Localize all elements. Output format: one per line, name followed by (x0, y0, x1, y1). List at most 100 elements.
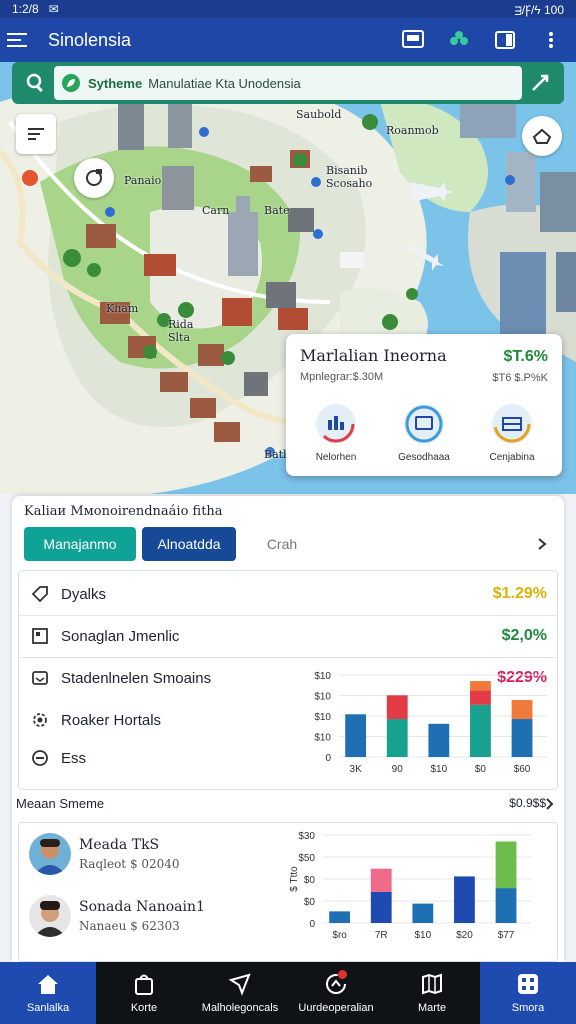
y-tick-label: $10 (314, 733, 331, 744)
bar[interactable] (345, 714, 367, 757)
person-sub: Nanaeu $ 62303 (79, 919, 180, 933)
nav-item-korte[interactable]: Korte (96, 962, 192, 1024)
chart-ring-icon (316, 404, 356, 444)
person-row[interactable]: Meada TkS Raqleot $ 02040 (29, 833, 180, 875)
bar[interactable] (495, 888, 517, 923)
tab-crah[interactable]: Crah (242, 527, 322, 561)
y-tick-label: $0 (304, 875, 316, 886)
bar[interactable] (511, 719, 533, 757)
bar[interactable] (495, 841, 517, 889)
nav-item-smora[interactable]: Smora (480, 962, 576, 1024)
home-outline-icon (532, 128, 552, 144)
map-style-button[interactable] (522, 116, 562, 156)
nav-label: Malholegoncals (201, 1002, 279, 1014)
bar[interactable] (370, 891, 392, 923)
person-name: Meada TkS (79, 837, 160, 853)
square-icon (29, 627, 51, 645)
recenter-button[interactable] (74, 158, 114, 198)
menu-icon[interactable] (0, 23, 34, 57)
search-input[interactable]: Sytheme Manulatiae Kta Unodensia (54, 66, 522, 100)
info-card[interactable]: Marlalian Ineorna $T.6% Mpnlegrar:$.30M … (286, 334, 562, 476)
more-vertical-icon[interactable] (534, 23, 568, 57)
nav-item-marte[interactable]: Marte (384, 962, 480, 1024)
nav-item-home[interactable]: Sanlalka (0, 962, 96, 1024)
x-tick-label: $0 (475, 764, 487, 775)
sort-icon (28, 128, 44, 140)
search-value: Manulatiae Kta Unodensia (148, 75, 301, 91)
chevron-right-icon[interactable] (546, 798, 554, 810)
y-tick-label: 0 (325, 753, 331, 764)
tab-bar: Manajanmo Alnoatdda Crah (24, 526, 552, 562)
x-tick-label: $10 (414, 930, 431, 941)
avatar (29, 833, 71, 875)
nav-label: Sanlalka (26, 1002, 70, 1014)
map-icon (422, 973, 442, 995)
bar[interactable] (454, 876, 475, 923)
bar[interactable] (428, 723, 450, 757)
card-item-gesodhaaa[interactable]: Gesodhaaa (384, 404, 464, 463)
y-tick-label: $10 (314, 712, 331, 723)
bar[interactable] (386, 695, 408, 720)
bar[interactable] (470, 681, 491, 691)
search-lead: Sytheme (88, 75, 143, 91)
tab-alnoatdda[interactable]: Alnoatdda (142, 527, 236, 561)
list-item[interactable]: Roaker Hortals (19, 705, 299, 735)
section-right[interactable]: $0.9$$ (509, 796, 546, 810)
y-tick-label: $50 (298, 853, 315, 864)
avatar (29, 895, 71, 937)
notification-badge (338, 970, 347, 979)
card-item-nelorhen[interactable]: Nelorhen (296, 404, 376, 463)
person-sub: Raqleot $ 02040 (79, 857, 180, 871)
map-label: Kham (106, 302, 139, 315)
list-item[interactable]: Ess (19, 743, 299, 773)
nav-item-navigate[interactable]: Malholegoncals (192, 962, 288, 1024)
y-axis-label: $ Ttto (289, 866, 300, 892)
nav-label: Smora (511, 1002, 545, 1014)
divider (19, 657, 557, 658)
bar[interactable] (470, 704, 491, 757)
search-bar: Sytheme Manulatiae Kta Unodensia (12, 62, 564, 104)
map-label: Bate (264, 204, 290, 217)
bar[interactable] (370, 868, 392, 892)
panel-heading: Kaliaи Mмonoirendnaáio fitha (24, 504, 223, 519)
divider (19, 615, 557, 616)
tab-manajanmo[interactable]: Manajanmo (24, 527, 136, 561)
nav-item-operation[interactable]: Uurdeoperalian (288, 962, 384, 1024)
x-tick-label: $ro (332, 930, 347, 941)
list-item-label: Ess (61, 749, 87, 767)
list-item[interactable]: Sonaglan Jmenlic $2,0% (19, 621, 557, 651)
home-icon (38, 975, 58, 994)
bar-chart-top: $10 $10 $10 $10 0 3K 90 $10 $0 $60 (314, 671, 547, 775)
person-name: Sonada Nanoain1 (79, 899, 205, 915)
monitor-ring-icon (404, 404, 444, 444)
inbox-icon (29, 669, 51, 687)
layers-button[interactable] (16, 114, 56, 154)
notification-icon: ✉ (48, 2, 59, 16)
card-item-label: Gesodhaaa (398, 452, 450, 463)
directions-icon[interactable] (522, 73, 558, 93)
chevron-right-icon[interactable] (532, 537, 552, 551)
bar[interactable] (329, 911, 351, 923)
person-row[interactable]: Sonada Nanoain1 Nanaeu $ 62303 (29, 895, 205, 937)
section-title: Meaan Smeme (16, 796, 105, 811)
x-tick-label: $20 (456, 930, 473, 941)
map-label: Panaio (124, 174, 162, 187)
leaf-icon (62, 74, 80, 92)
clover-icon[interactable] (442, 23, 476, 57)
bar[interactable] (412, 903, 434, 923)
list-item[interactable]: Dyalks $1.29% (19, 579, 557, 609)
app-bar: Sinolensia (0, 18, 576, 62)
tag-icon (29, 585, 51, 603)
search-icon[interactable] (18, 73, 54, 93)
card-item-cenjabina[interactable]: Cenjabina (472, 404, 552, 463)
bar[interactable] (470, 690, 491, 705)
grid-icon (518, 974, 538, 994)
tablet-icon[interactable] (396, 23, 430, 57)
bar[interactable] (511, 700, 533, 720)
x-tick-label: 90 (392, 764, 404, 775)
status-right: ᴟ/Ꝼ/ϟ 100 (514, 2, 564, 17)
metrics-list: Dyalks $1.29% Sonaglan Jmenlic $2,0% Sta… (18, 570, 558, 790)
sidebar-icon[interactable] (488, 23, 522, 57)
bar[interactable] (386, 719, 408, 757)
bar-chart-bottom: $30 $50 $0 $0 0 $ Ttto $ro 7R $10 $20 $77 (289, 831, 531, 941)
